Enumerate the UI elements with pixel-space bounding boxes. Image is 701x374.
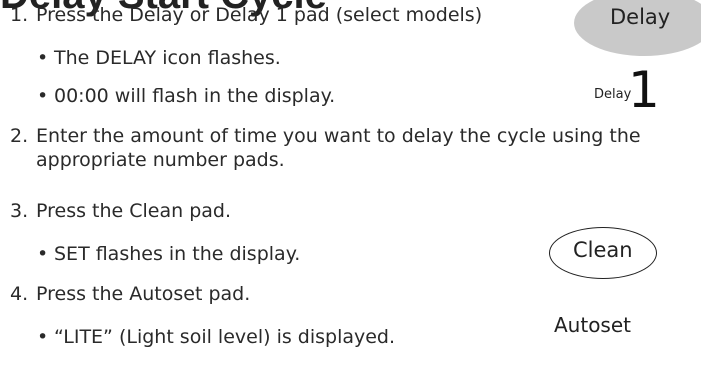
step-1: 1. Press the Delay or Delay 1 pad (select…: [10, 3, 482, 27]
step-1-number: 1.: [10, 4, 29, 26]
step-3: 3. Press the Clean pad.: [10, 199, 231, 223]
bullet-icon: •: [37, 243, 49, 265]
delay1-pad-number: 1: [628, 61, 660, 119]
step-4: 4. Press the Autoset pad.: [10, 282, 250, 306]
step-3-number: 3.: [10, 200, 29, 222]
delay-pad-label: Delay: [610, 5, 671, 29]
step-3-bullet-1: • SET flashes in the display.: [37, 242, 300, 266]
delay1-pad-label: Delay: [594, 87, 632, 102]
bullet-icon: •: [37, 47, 49, 69]
step-1-bullet-2-text: 00:00 will flash in the display.: [54, 85, 336, 107]
bullet-icon: •: [37, 326, 49, 348]
autoset-pad-label: Autoset: [554, 313, 632, 337]
clean-pad-label: Clean: [573, 238, 633, 262]
step-1-bullet-1-text: The DELAY icon flashes.: [54, 47, 281, 69]
step-1-text: Press the Delay or Delay 1 pad (select m…: [36, 4, 483, 26]
step-2-text: Enter the amount of time you want to del…: [36, 125, 641, 171]
step-4-number: 4.: [10, 283, 29, 305]
step-1-bullet-1: • The DELAY icon flashes.: [37, 46, 281, 70]
step-4-bullet-1-text: “LITE” (Light soil level) is displayed.: [54, 326, 396, 348]
step-2-number: 2.: [10, 125, 29, 147]
step-3-text: Press the Clean pad.: [36, 200, 232, 222]
step-3-bullet-1-text: SET flashes in the display.: [54, 243, 301, 265]
step-1-bullet-2: • 00:00 will flash in the display.: [37, 84, 335, 108]
step-2: 2. Enter the amount of time you want to …: [10, 124, 700, 172]
step-4-text: Press the Autoset pad.: [36, 283, 251, 305]
step-4-bullet-1: • “LITE” (Light soil level) is displayed.: [37, 325, 395, 349]
bullet-icon: •: [37, 85, 49, 107]
